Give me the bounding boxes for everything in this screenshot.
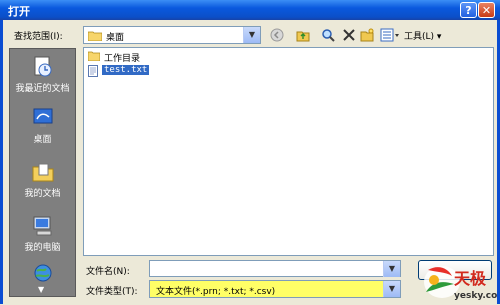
file-name: test.txt bbox=[102, 65, 150, 75]
file-name: 工作目录 bbox=[104, 54, 141, 64]
place-my-documents[interactable]: 我的文档 bbox=[10, 160, 75, 199]
lookin-dropdown[interactable]: 桌面 ▼ bbox=[83, 26, 261, 44]
place-my-computer[interactable]: 我的电脑 bbox=[10, 214, 75, 253]
folder-icon bbox=[87, 51, 101, 64]
place-desktop[interactable]: 桌面 bbox=[10, 106, 75, 145]
recent-docs-icon bbox=[31, 55, 55, 79]
place-label: 桌面 bbox=[33, 135, 52, 145]
scroll-down-icon[interactable]: ▼ bbox=[38, 285, 44, 294]
network-icon bbox=[31, 263, 55, 287]
filetype-value: 文本文件(*.prn; *.txt; *.csv) bbox=[156, 287, 276, 297]
lookin-label: 查找范围(I): bbox=[14, 32, 63, 42]
place-label: 我的电脑 bbox=[24, 243, 61, 253]
desktop-icon bbox=[31, 106, 55, 130]
filetype-dropdown[interactable]: 文本文件(*.prn; *.txt; *.csv) ▼ bbox=[149, 280, 401, 298]
help-button[interactable]: ? bbox=[460, 2, 477, 18]
chevron-down-icon[interactable]: ▼ bbox=[243, 27, 260, 43]
tools-menu[interactable]: 工具(L) ▾ bbox=[404, 29, 441, 42]
file-list[interactable]: 工作目录 test.txt bbox=[83, 47, 494, 256]
place-label: 我最近的文档 bbox=[15, 84, 70, 94]
svg-text:yesky.com: yesky.com bbox=[454, 291, 498, 301]
desktop-folder-icon bbox=[87, 30, 103, 44]
window-frame-left bbox=[0, 20, 3, 304]
my-computer-icon bbox=[31, 214, 55, 238]
place-recent-documents[interactable]: 我最近的文档 bbox=[10, 55, 75, 94]
chevron-down-icon[interactable]: ▼ bbox=[383, 261, 400, 277]
window-title: 打开 bbox=[8, 5, 30, 18]
title-bar: 打开 ? ✕ bbox=[0, 0, 500, 20]
text-file-icon bbox=[88, 65, 98, 80]
close-button[interactable]: ✕ bbox=[478, 2, 495, 18]
svg-text:天极: 天极 bbox=[454, 269, 487, 288]
new-folder-icon[interactable] bbox=[360, 28, 374, 42]
place-label: 我的文档 bbox=[24, 189, 61, 199]
views-icon[interactable] bbox=[380, 28, 399, 42]
filetype-label: 文件类型(T): bbox=[86, 287, 138, 297]
chevron-down-icon[interactable]: ▼ bbox=[383, 281, 400, 297]
delete-icon[interactable] bbox=[342, 28, 356, 42]
up-folder-icon[interactable] bbox=[296, 28, 310, 42]
my-documents-icon bbox=[31, 160, 55, 184]
yesky-watermark-logo: 天极 yesky.com bbox=[418, 262, 500, 302]
filename-label: 文件名(N): bbox=[86, 267, 130, 277]
back-icon[interactable] bbox=[270, 28, 284, 42]
lookin-value: 桌面 bbox=[106, 33, 125, 43]
search-web-icon[interactable] bbox=[321, 28, 335, 42]
places-bar: 我最近的文档 桌面 我的文档 我的电脑 ▼ bbox=[9, 48, 76, 297]
filename-input[interactable]: ▼ bbox=[149, 260, 401, 277]
